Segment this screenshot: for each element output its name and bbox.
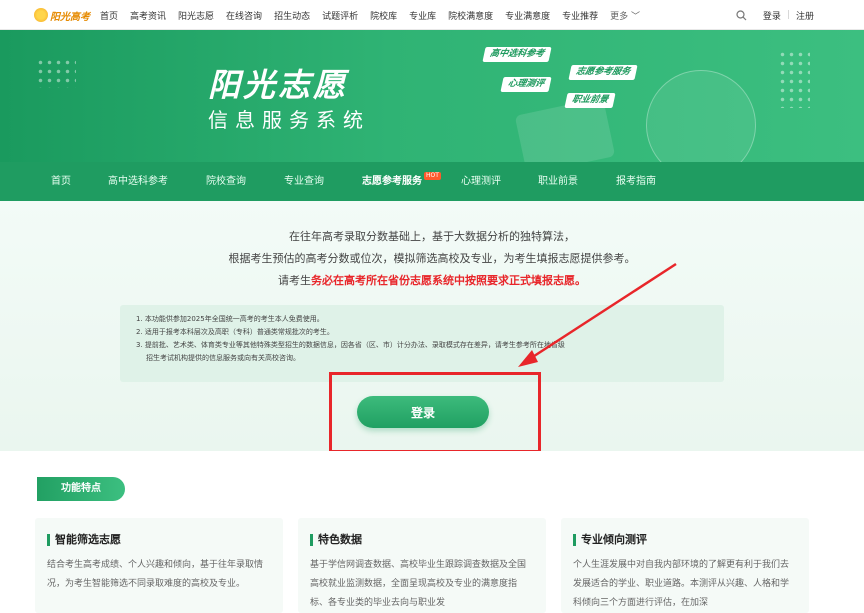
nav-item-label: 专业查询 xyxy=(284,176,324,187)
notice-box: 1. 本功能供参加2025年全国统一高考的考生本人免费使用。 2. 适用于报考本… xyxy=(120,305,724,382)
top-login-link[interactable]: 登录 xyxy=(763,9,781,22)
top-menu-item-exam-analysis[interactable]: 试题评析 xyxy=(322,9,358,22)
divider: | xyxy=(786,10,790,20)
nav-item-label: 院校查询 xyxy=(206,176,246,187)
decoration-circle xyxy=(646,70,756,162)
nav-item-label: 心理测评 xyxy=(461,176,501,187)
banner-tag-career: 职业前景 xyxy=(564,93,616,108)
features-tag: 功能特点 xyxy=(37,477,125,501)
dots-decoration xyxy=(36,58,76,88)
top-user-links: 登录 | 注册 xyxy=(736,0,814,30)
nav-item-label: 高中选科参考 xyxy=(108,176,168,187)
hot-badge: HOT xyxy=(424,172,441,180)
feature-card-text: 个人生涯发展中对自我内部环境的了解更有利于我们去发展适合的学业、职业道路。本测评… xyxy=(573,560,790,608)
feature-card-title: 特色数据 xyxy=(310,534,534,546)
feature-card-text: 结合考生高考成绩、个人兴趣和倾向，基于往年录取情况，为考生智能筛选不同录取难度的… xyxy=(47,560,264,589)
feature-card-title: 专业倾向测评 xyxy=(573,534,797,546)
banner-subtitle: 信息服务系统 xyxy=(208,108,370,132)
sun-logo-icon xyxy=(34,8,48,22)
top-menu: 首页 高考资讯 阳光志愿 在线咨询 招生动态 试题评析 院校库 专业库 院校满意… xyxy=(100,0,652,30)
nav-item-guide[interactable]: 报考指南 xyxy=(616,162,656,201)
top-menu-item-major-satisfaction[interactable]: 专业满意度 xyxy=(505,9,550,22)
nav-item-career[interactable]: 职业前景 xyxy=(538,162,578,201)
nav-item-label: 志愿参考服务 xyxy=(362,176,422,187)
top-menu-item-sunshine-volunteer[interactable]: 阳光志愿 xyxy=(178,9,214,22)
nav-item-label: 报考指南 xyxy=(616,176,656,187)
banner-title: 阳光志愿 xyxy=(208,66,349,104)
search-icon[interactable] xyxy=(736,9,747,21)
notice-item: 1. 本功能供参加2025年全国统一高考的考生本人免费使用。 xyxy=(136,315,324,323)
top-menu-item-admission-news[interactable]: 招生动态 xyxy=(274,9,310,22)
nav-item-home[interactable]: 首页 xyxy=(51,162,71,201)
intro-warning: 请考生务必在高考所在省份志愿系统中按照要求正式填报志愿。 xyxy=(0,272,864,288)
highlight-box xyxy=(329,372,541,453)
top-navigation-bar: 阳光高考 首页 高考资讯 阳光志愿 在线咨询 招生动态 试题评析 院校库 专业库… xyxy=(0,0,864,30)
top-register-link[interactable]: 注册 xyxy=(796,9,814,22)
banner-tag-psych-test: 心理测评 xyxy=(500,77,552,92)
notice-item: 2. 适用于报考本科层次及高职（专科）普通类常规批次的考生。 xyxy=(136,328,334,336)
feature-card-smart-filter: 智能筛选志愿 结合考生高考成绩、个人兴趣和倾向，基于往年录取情况，为考生智能筛选… xyxy=(35,518,283,613)
top-menu-item-home[interactable]: 首页 xyxy=(100,9,118,22)
intro-warning-emphasis: 务必在高考所在省份志愿系统中按照要求正式填报志愿。 xyxy=(311,274,586,287)
feature-card-text: 基于学信网调查数据、高校毕业生跟踪调查数据及全国高校就业监测数据，全面呈现高校及… xyxy=(310,560,527,608)
intro-line: 在往年高考录取分数基础上，基于大数据分析的独特算法， xyxy=(289,230,575,243)
intro-warning-prefix: 请考生 xyxy=(278,274,311,287)
feature-card-major-test: 专业倾向测评 个人生涯发展中对自我内部环境的了解更有利于我们去发展适合的学业、职… xyxy=(561,518,809,613)
feature-card-special-data: 特色数据 基于学信网调查数据、高校毕业生跟踪调查数据及全国高校就业监测数据，全面… xyxy=(298,518,546,613)
top-menu-item-more[interactable]: 更多 ﹀ xyxy=(610,9,640,22)
intro-line: 根据考生预估的高考分数或位次，模拟筛选高校及专业，为考生填报志愿提供参考。 xyxy=(228,252,636,265)
notice-item: 3. 提前批、艺术类、体育类专业等其他特殊类型招生的数据信息，因各省（区、市）计… xyxy=(136,341,565,349)
banner-tag-volunteer-service: 志愿参考服务 xyxy=(568,65,638,80)
top-menu-item-college-db[interactable]: 院校库 xyxy=(370,9,397,22)
nav-item-volunteer-service[interactable]: 志愿参考服务HOT xyxy=(362,162,441,201)
top-menu-item-online-consult[interactable]: 在线咨询 xyxy=(226,9,262,22)
banner-tag-subject-selection: 高中选科参考 xyxy=(482,47,552,62)
nav-item-subject-selection[interactable]: 高中选科参考 xyxy=(108,162,168,201)
dots-decoration xyxy=(778,50,810,108)
notice-item: 招生考试机构提供的信息服务或向有关高校咨询。 xyxy=(146,354,300,362)
feature-card-title: 智能筛选志愿 xyxy=(47,534,271,546)
main-navigation: 首页 高中选科参考 院校查询 专业查询 志愿参考服务HOT 心理测评 职业前景 … xyxy=(0,162,864,201)
logo-text: 阳光高考 xyxy=(50,11,90,23)
top-menu-item-major-recommend[interactable]: 专业推荐 xyxy=(562,9,598,22)
nav-item-label: 职业前景 xyxy=(538,176,578,187)
top-menu-item-news[interactable]: 高考资讯 xyxy=(130,9,166,22)
nav-item-psych-test[interactable]: 心理测评 xyxy=(461,162,501,201)
hero-banner: 阳光志愿 信息服务系统 高中选科参考 心理测评 志愿参考服务 职业前景 xyxy=(0,30,864,162)
nav-item-label: 首页 xyxy=(51,176,71,187)
nav-item-college-query[interactable]: 院校查询 xyxy=(206,162,246,201)
top-menu-item-major-db[interactable]: 专业库 xyxy=(409,9,436,22)
nav-item-major-query[interactable]: 专业查询 xyxy=(284,162,324,201)
top-menu-item-college-satisfaction[interactable]: 院校满意度 xyxy=(448,9,493,22)
logo[interactable]: 阳光高考 xyxy=(34,6,90,24)
